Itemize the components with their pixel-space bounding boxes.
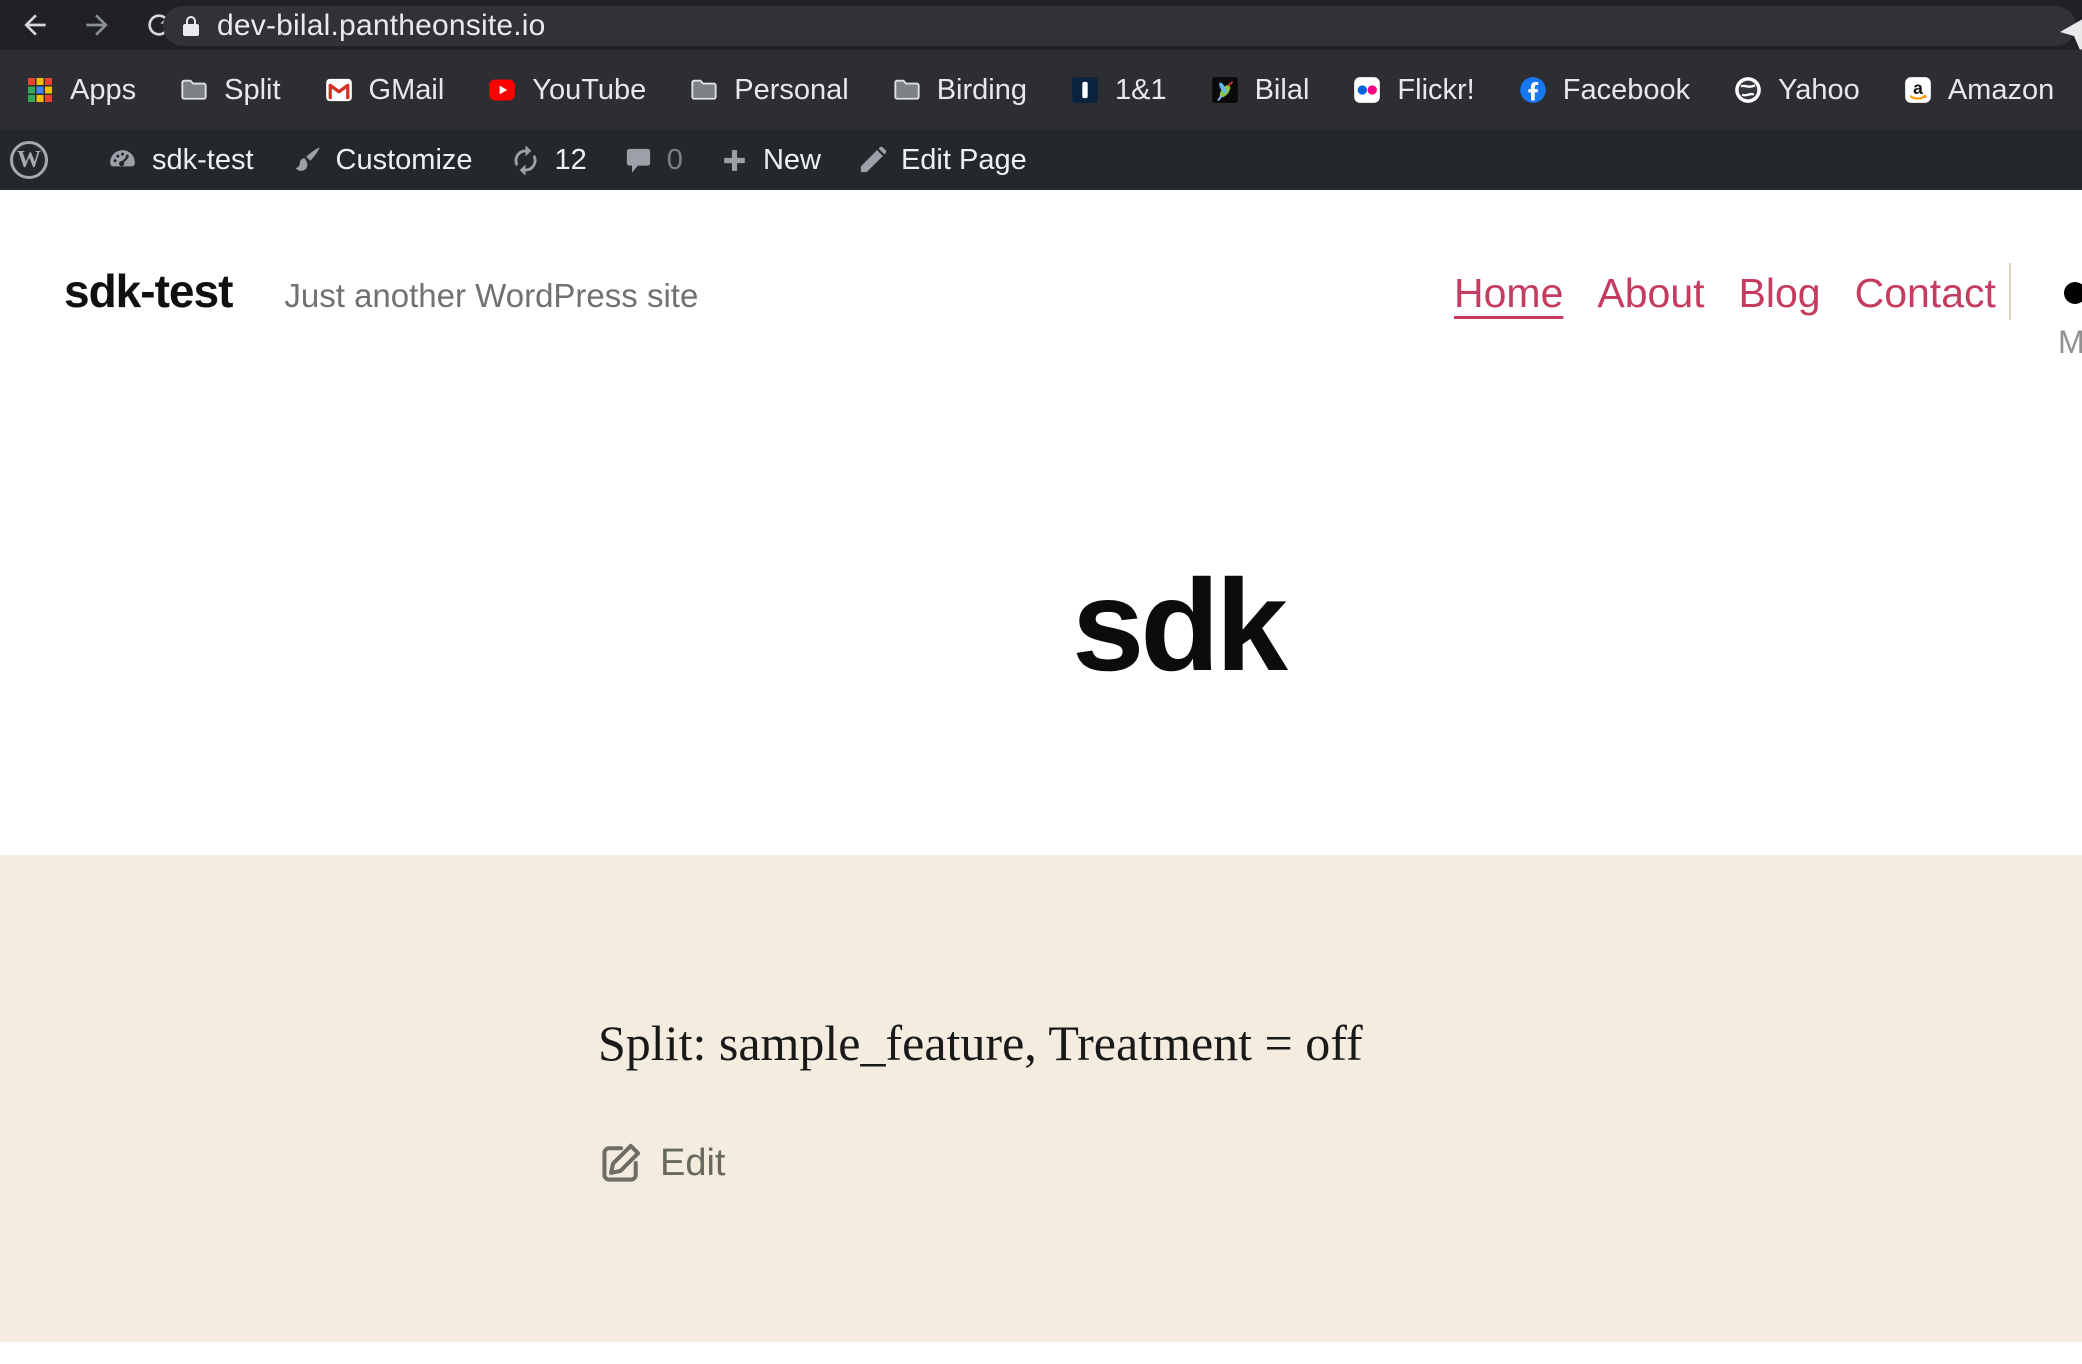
address-bar[interactable]: dev-bilal.pantheonsite.io xyxy=(163,6,2076,46)
bookmark-label: Birding xyxy=(937,74,1027,107)
menu-dot-icon[interactable] xyxy=(2064,282,2082,304)
bookmarks-bar: Apps Split GMail YouTube Personal xyxy=(0,50,2082,130)
bookmark-bilal[interactable]: Bilal xyxy=(1211,74,1310,107)
menu-label-partial: M xyxy=(2058,326,2082,358)
youtube-icon xyxy=(488,76,516,104)
site-title[interactable]: sdk-test xyxy=(64,268,232,314)
site-logo[interactable]: sdk xyxy=(1072,560,1284,690)
admin-customize-label: Customize xyxy=(336,144,473,177)
nav-link-about[interactable]: About xyxy=(1597,273,1704,314)
admin-updates-count: 12 xyxy=(555,144,587,177)
amazon-icon: a xyxy=(1904,76,1932,104)
apps-grid-icon xyxy=(26,76,54,104)
plus-icon xyxy=(719,145,750,176)
forward-button[interactable] xyxy=(74,2,120,48)
hummingbird-icon xyxy=(1211,76,1239,104)
bookmark-label: Facebook xyxy=(1563,74,1690,107)
cursor-artifact xyxy=(2058,16,2082,50)
bookmark-facebook[interactable]: Facebook xyxy=(1519,74,1690,107)
flickr-icon xyxy=(1353,76,1381,104)
edit-link[interactable]: Edit xyxy=(598,1140,725,1186)
bookmark-youtube[interactable]: YouTube xyxy=(488,74,646,107)
bookmark-yahoo[interactable]: Yahoo xyxy=(1734,74,1860,107)
admin-comments[interactable]: 0 xyxy=(623,144,683,177)
split-feature-text: Split: sample_feature, Treatment = off xyxy=(598,1013,1363,1073)
pencil-icon xyxy=(857,145,888,176)
admin-new-label: New xyxy=(763,144,821,177)
browser-toolbar: dev-bilal.pantheonsite.io xyxy=(0,0,2082,50)
admin-edit-page[interactable]: Edit Page xyxy=(857,144,1027,177)
admin-edit-page-label: Edit Page xyxy=(901,144,1027,177)
nav-link-blog[interactable]: Blog xyxy=(1739,273,1821,314)
bookmark-label: Amazon xyxy=(1948,74,2054,107)
nav-link-contact[interactable]: Contact xyxy=(1855,273,1996,314)
edit-link-label: Edit xyxy=(660,1144,725,1182)
bookmark-gmail[interactable]: GMail xyxy=(325,74,445,107)
bookmark-flickr[interactable]: Flickr! xyxy=(1353,74,1474,107)
bookmark-label: Apps xyxy=(70,74,136,107)
bookmark-label: Bilal xyxy=(1255,74,1310,107)
feature-section xyxy=(0,855,2082,1342)
back-button[interactable] xyxy=(12,2,58,48)
back-arrow-icon xyxy=(19,9,51,41)
folder-icon xyxy=(893,76,921,104)
oneandone-icon xyxy=(1071,76,1099,104)
bookmark-apps[interactable]: Apps xyxy=(26,74,136,107)
folder-icon xyxy=(690,76,718,104)
bookmark-label: Flickr! xyxy=(1397,74,1474,107)
admin-site-name-label: sdk-test xyxy=(152,144,254,177)
update-arrows-icon xyxy=(509,144,542,177)
admin-updates[interactable]: 12 xyxy=(509,144,587,177)
forward-arrow-icon xyxy=(81,9,113,41)
bookmark-label: 1&1 xyxy=(1115,74,1167,107)
edit-pencil-icon xyxy=(598,1140,644,1186)
facebook-icon xyxy=(1519,76,1547,104)
site-tagline: Just another WordPress site xyxy=(284,279,698,312)
admin-comments-count: 0 xyxy=(667,144,683,177)
yahoo-globe-icon xyxy=(1734,76,1762,104)
browser-window: dev-bilal.pantheonsite.io Apps Split xyxy=(0,0,2082,1364)
bookmark-label: GMail xyxy=(369,74,445,107)
admin-site-name[interactable]: sdk-test xyxy=(106,144,254,177)
bookmark-personal[interactable]: Personal xyxy=(690,74,848,107)
bookmark-birding[interactable]: Birding xyxy=(893,74,1027,107)
svg-text:a: a xyxy=(1913,78,1923,98)
lock-icon[interactable] xyxy=(179,14,203,38)
bookmark-label: Split xyxy=(224,74,280,107)
gmail-icon xyxy=(325,76,353,104)
admin-new[interactable]: New xyxy=(719,144,821,177)
bookmark-split[interactable]: Split xyxy=(180,74,280,107)
bookmark-1and1[interactable]: 1&1 xyxy=(1071,74,1167,107)
bookmark-amazon[interactable]: a Amazon xyxy=(1904,74,2054,107)
header-divider xyxy=(2009,263,2011,320)
url-text[interactable]: dev-bilal.pantheonsite.io xyxy=(217,9,546,43)
wp-logo-menu[interactable]: W xyxy=(10,141,70,179)
wp-admin-bar: W sdk-test Customize xyxy=(0,130,2082,190)
site-header: sdk-test Just another WordPress site xyxy=(64,268,698,314)
paintbrush-icon xyxy=(290,144,323,177)
folder-icon xyxy=(180,76,208,104)
wordpress-logo-icon: W xyxy=(10,141,48,179)
site-nav: Home About Blog Contact xyxy=(1454,273,2030,314)
bookmark-label: Personal xyxy=(734,74,848,107)
comment-bubble-icon xyxy=(623,145,654,176)
bookmark-label: YouTube xyxy=(532,74,646,107)
nav-link-home[interactable]: Home xyxy=(1454,273,1563,314)
admin-customize[interactable]: Customize xyxy=(290,144,473,177)
bookmark-label: Yahoo xyxy=(1778,74,1860,107)
dashboard-gauge-icon xyxy=(106,144,139,177)
